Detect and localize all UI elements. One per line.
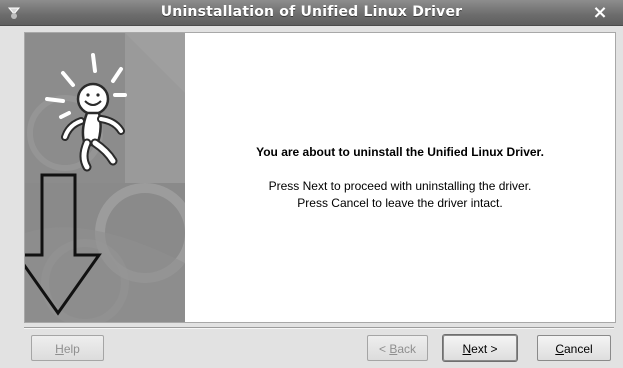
help-mnemonic: H [55, 342, 64, 356]
uninstall-dialog: Uninstallation of Unified Linux Driver × [0, 0, 623, 368]
content-frame: You are about to uninstall the Unified L… [24, 32, 616, 323]
title-bar[interactable]: Uninstallation of Unified Linux Driver × [0, 0, 623, 26]
cancel-label: ancel [563, 342, 593, 356]
next-label: ext > [471, 342, 498, 356]
button-separator [24, 327, 614, 329]
next-button[interactable]: Next > [443, 335, 517, 361]
uninstall-illustration [25, 33, 185, 322]
back-label: ack [397, 342, 417, 356]
window-title: Uninstallation of Unified Linux Driver [160, 4, 463, 20]
cancel-mnemonic: C [555, 342, 564, 356]
next-mnemonic: N [462, 342, 472, 356]
back-button[interactable]: < Back [367, 335, 428, 361]
cancel-button[interactable]: Cancel [537, 335, 611, 361]
message-heading: You are about to uninstall the Unified L… [256, 145, 544, 159]
back-prefix: < [378, 342, 390, 356]
side-illustration [25, 33, 185, 322]
message-area: You are about to uninstall the Unified L… [185, 33, 615, 322]
close-icon[interactable]: × [590, 3, 610, 23]
help-button[interactable]: Help [31, 335, 104, 361]
message-line-next: Press Next to proceed with uninstalling … [268, 179, 532, 193]
help-label: elp [63, 342, 80, 356]
message-line-cancel: Press Cancel to leave the driver intact. [297, 196, 503, 210]
